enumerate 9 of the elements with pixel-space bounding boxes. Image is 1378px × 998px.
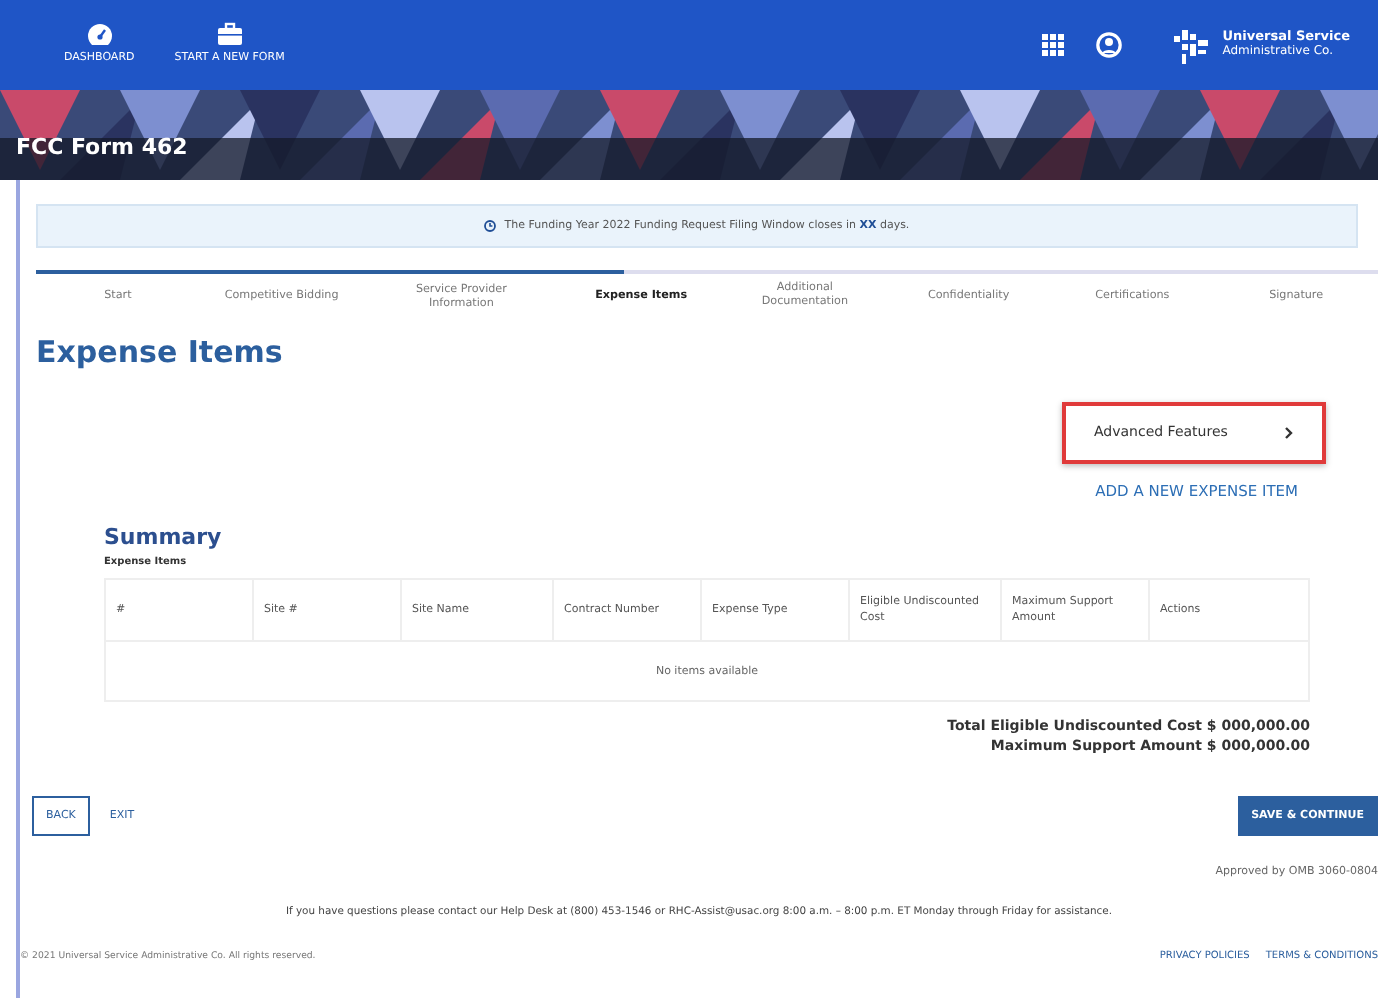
page-title: FCC Form 462 — [16, 131, 188, 163]
gauge-icon — [85, 22, 114, 47]
apps-grid-icon[interactable] — [1042, 34, 1065, 56]
user-icon[interactable] — [1096, 32, 1123, 58]
clock-icon — [484, 220, 497, 232]
briefcase-icon — [215, 22, 244, 47]
section-heading: Summary — [104, 522, 224, 555]
chevron-right-icon — [1284, 426, 1294, 441]
page-heading: Expense Items — [36, 331, 285, 374]
